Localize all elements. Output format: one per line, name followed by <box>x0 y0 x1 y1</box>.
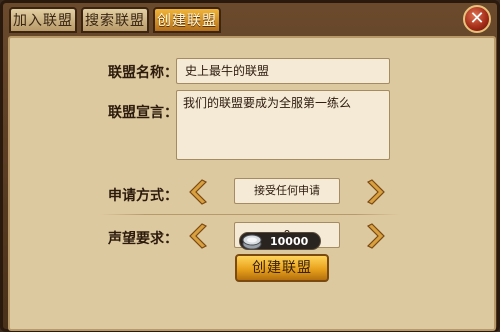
application-method-value: 接受任何申请 <box>234 178 340 204</box>
tab-search-alliance[interactable]: 搜索联盟 <box>81 7 149 33</box>
close-icon[interactable]: ✕ <box>463 5 491 33</box>
alliance-name-input[interactable]: 史上最牛的联盟 <box>176 58 390 84</box>
creation-cost: 10000 <box>239 232 321 250</box>
silver-coin-icon <box>242 234 262 250</box>
reputation-prev-arrow-icon[interactable] <box>186 222 208 250</box>
alliance-window: 加入联盟 搜索联盟 创建联盟 ✕ 联盟名称： 史上最牛的联盟 联盟宣言： 我们的… <box>0 0 500 332</box>
alliance-name-label: 联盟名称： <box>108 65 178 81</box>
cost-amount: 10000 <box>270 235 309 248</box>
create-alliance-panel: 联盟名称： 史上最牛的联盟 联盟宣言： 我们的联盟要成为全服第一练么 申请方式：… <box>8 36 496 331</box>
alliance-declaration-input[interactable]: 我们的联盟要成为全服第一练么 <box>176 90 390 160</box>
create-alliance-button[interactable]: 创建联盟 <box>235 254 329 282</box>
divider <box>100 214 400 215</box>
alliance-declaration-label: 联盟宣言： <box>108 105 178 121</box>
reputation-requirement-label: 声望要求： <box>108 231 178 247</box>
tab-join-alliance[interactable]: 加入联盟 <box>9 7 77 33</box>
application-method-label: 申请方式： <box>108 188 178 204</box>
application-prev-arrow-icon[interactable] <box>186 178 208 206</box>
tab-create-alliance[interactable]: 创建联盟 <box>153 7 221 33</box>
application-next-arrow-icon[interactable] <box>366 178 388 206</box>
tab-bar: 加入联盟 搜索联盟 创建联盟 <box>9 7 439 35</box>
reputation-next-arrow-icon[interactable] <box>366 222 388 250</box>
